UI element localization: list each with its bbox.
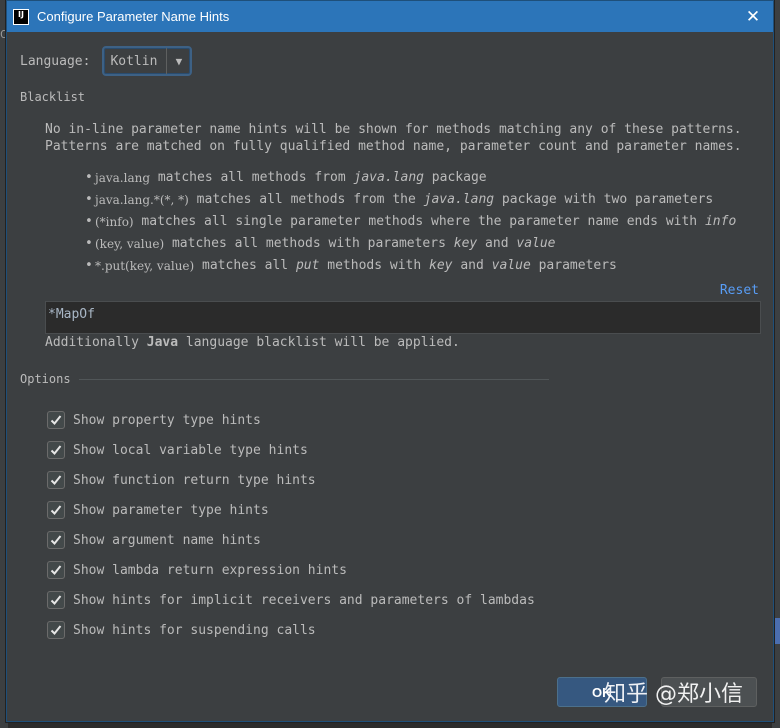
blacklist-textarea[interactable]: * *MapOf (45, 301, 761, 334)
language-label: Language: (20, 53, 91, 69)
blacklist-description: No in-line parameter name hints will be … (45, 122, 742, 154)
options-group-title: Options (20, 372, 549, 386)
bullet-icon: • (85, 170, 93, 185)
additional-blacklist-note: Additionally Java language blacklist wil… (45, 335, 460, 350)
option-label: Show argument name hints (73, 532, 261, 548)
option-checkbox-row[interactable]: Show hints for implicit receivers and pa… (47, 585, 535, 615)
list-item: • (*info) matches all single parameter m… (85, 211, 736, 233)
option-checkbox-row[interactable]: Show parameter type hints (47, 495, 535, 525)
option-checkbox-row[interactable]: Show lambda return expression hints (47, 555, 535, 585)
list-item: • *.put(key, value) matches all put meth… (85, 255, 736, 277)
option-checkbox-row[interactable]: Show argument name hints (47, 525, 535, 555)
checkbox[interactable] (47, 501, 65, 519)
bullet-icon: • (85, 236, 93, 251)
bullet-icon: • (85, 214, 93, 229)
option-checkbox-row[interactable]: Show property type hints (47, 405, 535, 435)
list-item: • java.lang matches all methods from jav… (85, 167, 736, 189)
checkmark-icon (50, 535, 62, 545)
checkmark-icon (50, 415, 62, 425)
checkbox[interactable] (47, 531, 65, 549)
language-combobox[interactable]: Kotlin ▼ (102, 46, 193, 76)
option-label: Show property type hints (73, 412, 261, 428)
list-item: • java.lang.*(*, *) matches all methods … (85, 189, 736, 211)
option-label: Show lambda return expression hints (73, 562, 347, 578)
option-label: Show local variable type hints (73, 442, 308, 458)
checkmark-icon (50, 565, 62, 575)
checkbox[interactable] (47, 621, 65, 639)
option-checkbox-row[interactable]: Show local variable type hints (47, 435, 535, 465)
checkbox[interactable] (47, 441, 65, 459)
language-row: Language: Kotlin ▼ (20, 46, 193, 76)
title-bar[interactable]: IJ Configure Parameter Name Hints ✕ (7, 1, 773, 32)
checkmark-icon (50, 445, 62, 455)
option-label: Show hints for implicit receivers and pa… (73, 592, 535, 608)
reset-link[interactable]: Reset (720, 283, 759, 298)
checkbox[interactable] (47, 591, 65, 609)
pattern-examples-list: • java.lang matches all methods from jav… (85, 167, 736, 277)
close-icon[interactable]: ✕ (733, 7, 773, 27)
blacklist-textarea-value: *MapOf (48, 307, 95, 322)
checkbox[interactable] (47, 471, 65, 489)
option-checkbox-row[interactable]: Show hints for suspending calls (47, 615, 535, 645)
checkmark-icon (50, 595, 62, 605)
configure-hints-dialog: IJ Configure Parameter Name Hints ✕ Lang… (6, 0, 774, 722)
checkmark-icon (50, 505, 62, 515)
language-selected-value: Kotlin (110, 53, 158, 69)
option-label: Show hints for suspending calls (73, 622, 316, 638)
zhihu-watermark: 知乎 @郑小信 (604, 682, 743, 707)
checkbox[interactable] (47, 411, 65, 429)
option-label: Show parameter type hints (73, 502, 269, 518)
dialog-title: Configure Parameter Name Hints (37, 9, 230, 24)
checkbox[interactable] (47, 561, 65, 579)
checkmark-icon (50, 625, 62, 635)
options-checkbox-list: Show property type hints Show local varia… (47, 405, 535, 645)
option-label: Show function return type hints (73, 472, 316, 488)
checkmark-icon (50, 475, 62, 485)
intellij-icon: IJ (13, 8, 29, 25)
blacklist-group-title: Blacklist (20, 90, 86, 104)
chevron-down-icon[interactable]: ▼ (166, 48, 190, 74)
bullet-icon: • (85, 258, 93, 273)
bullet-icon: • (85, 192, 93, 207)
dialog-content: Language: Kotlin ▼ Blacklist No in-line … (7, 32, 773, 721)
option-checkbox-row[interactable]: Show function return type hints (47, 465, 535, 495)
list-item: • (key, value) matches all methods with … (85, 233, 736, 255)
